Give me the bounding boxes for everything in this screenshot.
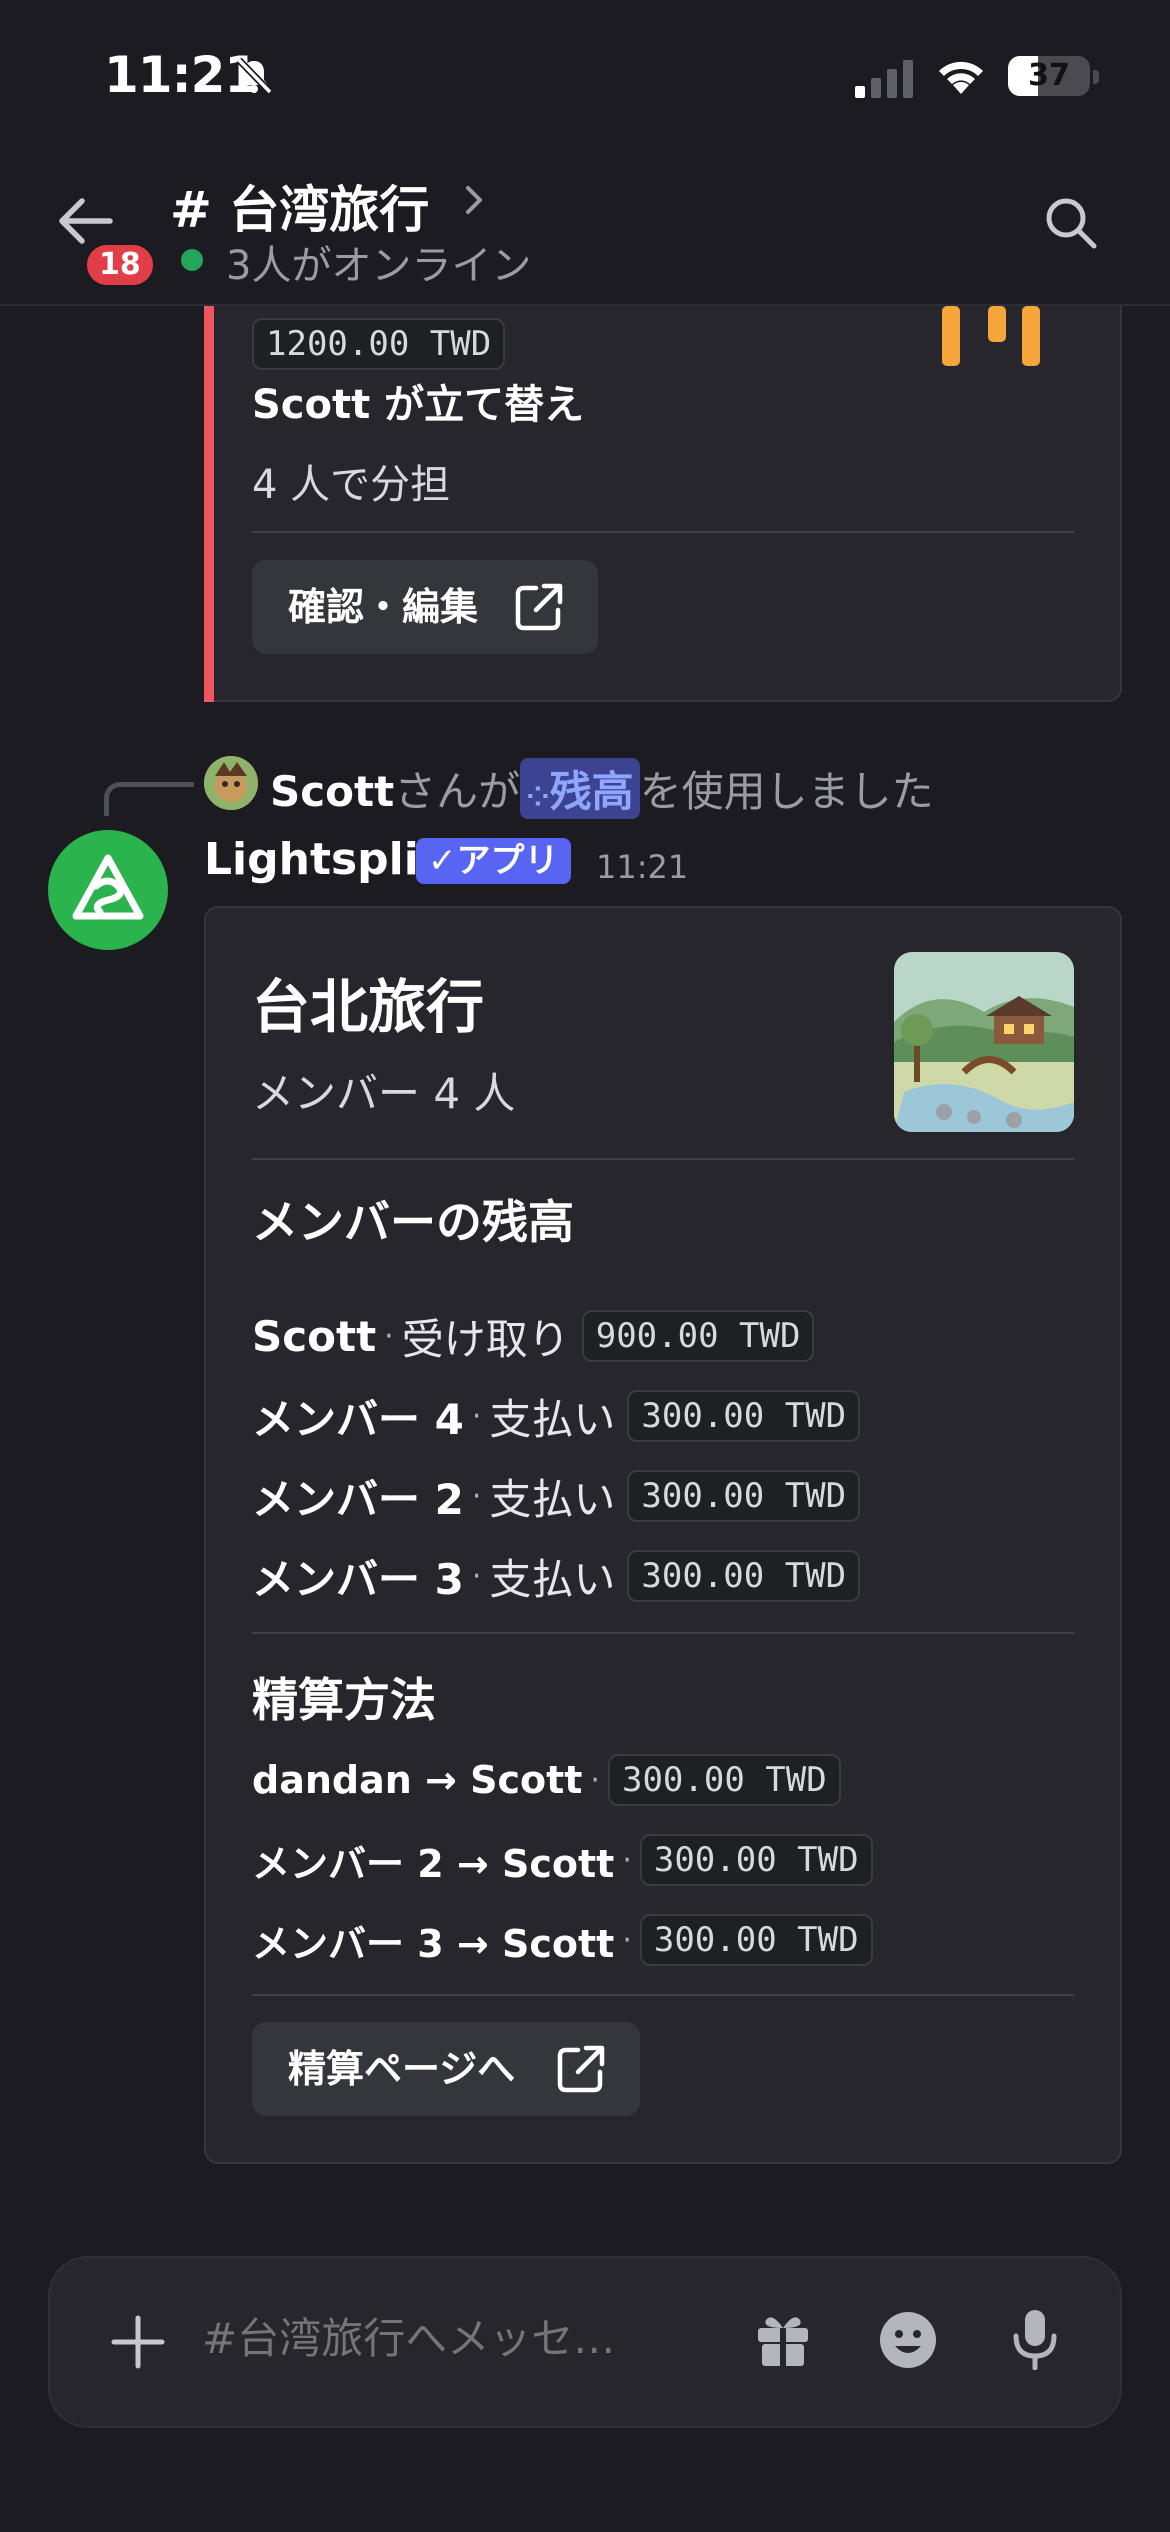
search-icon[interactable] [1042, 194, 1098, 250]
balance-status: 支払い [489, 1474, 616, 1524]
balance-amount: 300.00 TWD [627, 1470, 861, 1522]
unread-badge: 18 [82, 240, 158, 290]
balance-row: メンバー 2 · 支払い 300.00 TWD [252, 1466, 861, 1526]
command-user-name[interactable]: Scott [270, 767, 394, 816]
expense-split: 4 人で分担 [252, 462, 451, 508]
settlement-heading: 精算方法 [252, 1673, 436, 1727]
plus-icon[interactable] [110, 2314, 166, 2370]
message-composer [48, 2256, 1122, 2428]
expense-amount: 1200.00 TWD [252, 318, 506, 370]
expense-divider [252, 531, 1074, 533]
separator-dot: · [471, 1558, 482, 1594]
command-notice-middle: さんが [394, 767, 521, 816]
separator-dot: · [622, 1922, 632, 1958]
settlement-row: メンバー 3 → Scott · 300.00 TWD [252, 1910, 873, 1970]
microphone-icon[interactable] [1010, 2308, 1060, 2370]
settlement-amount: 300.00 TWD [607, 1754, 841, 1806]
settlement-amount: 300.00 TWD [639, 1834, 873, 1886]
back-arrow-icon[interactable] [56, 196, 114, 246]
app-tag: ✓アプリ [416, 838, 571, 884]
separator-dot: · [590, 1762, 600, 1798]
settlement-row: メンバー 2 → Scott · 300.00 TWD [252, 1830, 873, 1890]
settlement-page-button[interactable]: 精算ページへ [252, 2022, 640, 2116]
balance-member-name: Scott [252, 1311, 377, 1361]
separator-dot: · [471, 1398, 482, 1434]
confirm-edit-label: 確認・編集 [288, 585, 479, 629]
balance-row: Scott · 受け取り 900.00 TWD [252, 1306, 815, 1366]
balance-status: 支払い [489, 1394, 616, 1444]
balance-status: 受け取り [401, 1314, 570, 1364]
trip-title: 台北旅行 [252, 973, 485, 1041]
settlement-amount: 300.00 TWD [639, 1914, 873, 1966]
balance-amount: 300.00 TWD [627, 1550, 861, 1602]
battery-indicator: 37 [1008, 56, 1090, 96]
trip-member-count: メンバー 4 人 [252, 1069, 516, 1118]
message-timestamp: 11:21 [596, 848, 689, 886]
balance-member-name: メンバー 3 [252, 1554, 464, 1604]
expense-number-illustration [942, 306, 1040, 366]
settlement-page-label: 精算ページへ [288, 2047, 516, 2091]
channel-title[interactable]: # 台湾旅行 [170, 170, 429, 242]
message-author[interactable]: Lightsplit [204, 834, 440, 885]
confirm-edit-button[interactable]: 確認・編集 [252, 560, 598, 654]
trip-divider-top [252, 1158, 1074, 1160]
external-link-icon [557, 2045, 605, 2093]
balance-amount: 300.00 TWD [627, 1390, 861, 1442]
wifi-icon [939, 61, 983, 94]
settlement-route: メンバー 2 → Scott [252, 1841, 615, 1886]
chevron-right-icon[interactable] [462, 180, 486, 220]
emoji-icon[interactable] [878, 2310, 938, 2370]
battery-percent: 37 [1028, 58, 1070, 93]
online-count: 3人がオンライン [226, 243, 532, 289]
user-avatar[interactable] [204, 756, 258, 810]
reply-connector [104, 782, 194, 816]
app-command-icon: ⁘ [526, 780, 550, 813]
gift-icon[interactable] [754, 2310, 812, 2368]
lightsplit-logo-icon [72, 854, 144, 920]
message-input[interactable] [202, 2314, 722, 2363]
balance-row: メンバー 4 · 支払い 300.00 TWD [252, 1386, 861, 1446]
app-tag-label: アプリ [456, 841, 559, 881]
balances-heading: メンバーの残高 [252, 1195, 574, 1249]
command-name: 残高 [549, 767, 634, 816]
bell-muted-icon [236, 57, 273, 95]
balance-member-name: メンバー 4 [252, 1394, 464, 1444]
command-used-notice: Scottさんが ⁘残高 を使用しました [270, 758, 934, 819]
online-status-dot [181, 249, 203, 271]
expense-accent-bar [204, 306, 214, 702]
trip-thumbnail [894, 952, 1074, 1132]
settlement-route: メンバー 3 → Scott [252, 1921, 615, 1966]
cellular-signal-icon [855, 60, 913, 98]
balance-status: 支払い [489, 1554, 616, 1604]
command-pill[interactable]: ⁘残高 [520, 758, 640, 819]
separator-dot: · [384, 1318, 394, 1354]
balance-amount: 900.00 TWD [581, 1310, 815, 1362]
status-bar: 11:21 37 [0, 0, 1170, 150]
external-link-icon [515, 583, 563, 631]
separator-dot: · [622, 1842, 632, 1878]
expense-payer: Scott が立て替え [252, 382, 585, 428]
balance-row: メンバー 3 · 支払い 300.00 TWD [252, 1546, 861, 1606]
battery-nub [1093, 70, 1099, 84]
verified-check-icon: ✓ [428, 841, 457, 881]
command-notice-suffix: を使用しました [639, 767, 934, 816]
separator-dot: · [471, 1478, 482, 1514]
balance-member-name: メンバー 2 [252, 1474, 464, 1524]
settlement-route: dandan → Scott [252, 1758, 583, 1802]
channel-header: 18 # 台湾旅行 3人がオンライン [0, 150, 1170, 306]
lightsplit-avatar[interactable] [48, 830, 168, 950]
settlement-row: dandan → Scott · 300.00 TWD [252, 1750, 841, 1810]
trip-divider-bottom [252, 1994, 1074, 1996]
trip-divider-mid [252, 1632, 1074, 1634]
